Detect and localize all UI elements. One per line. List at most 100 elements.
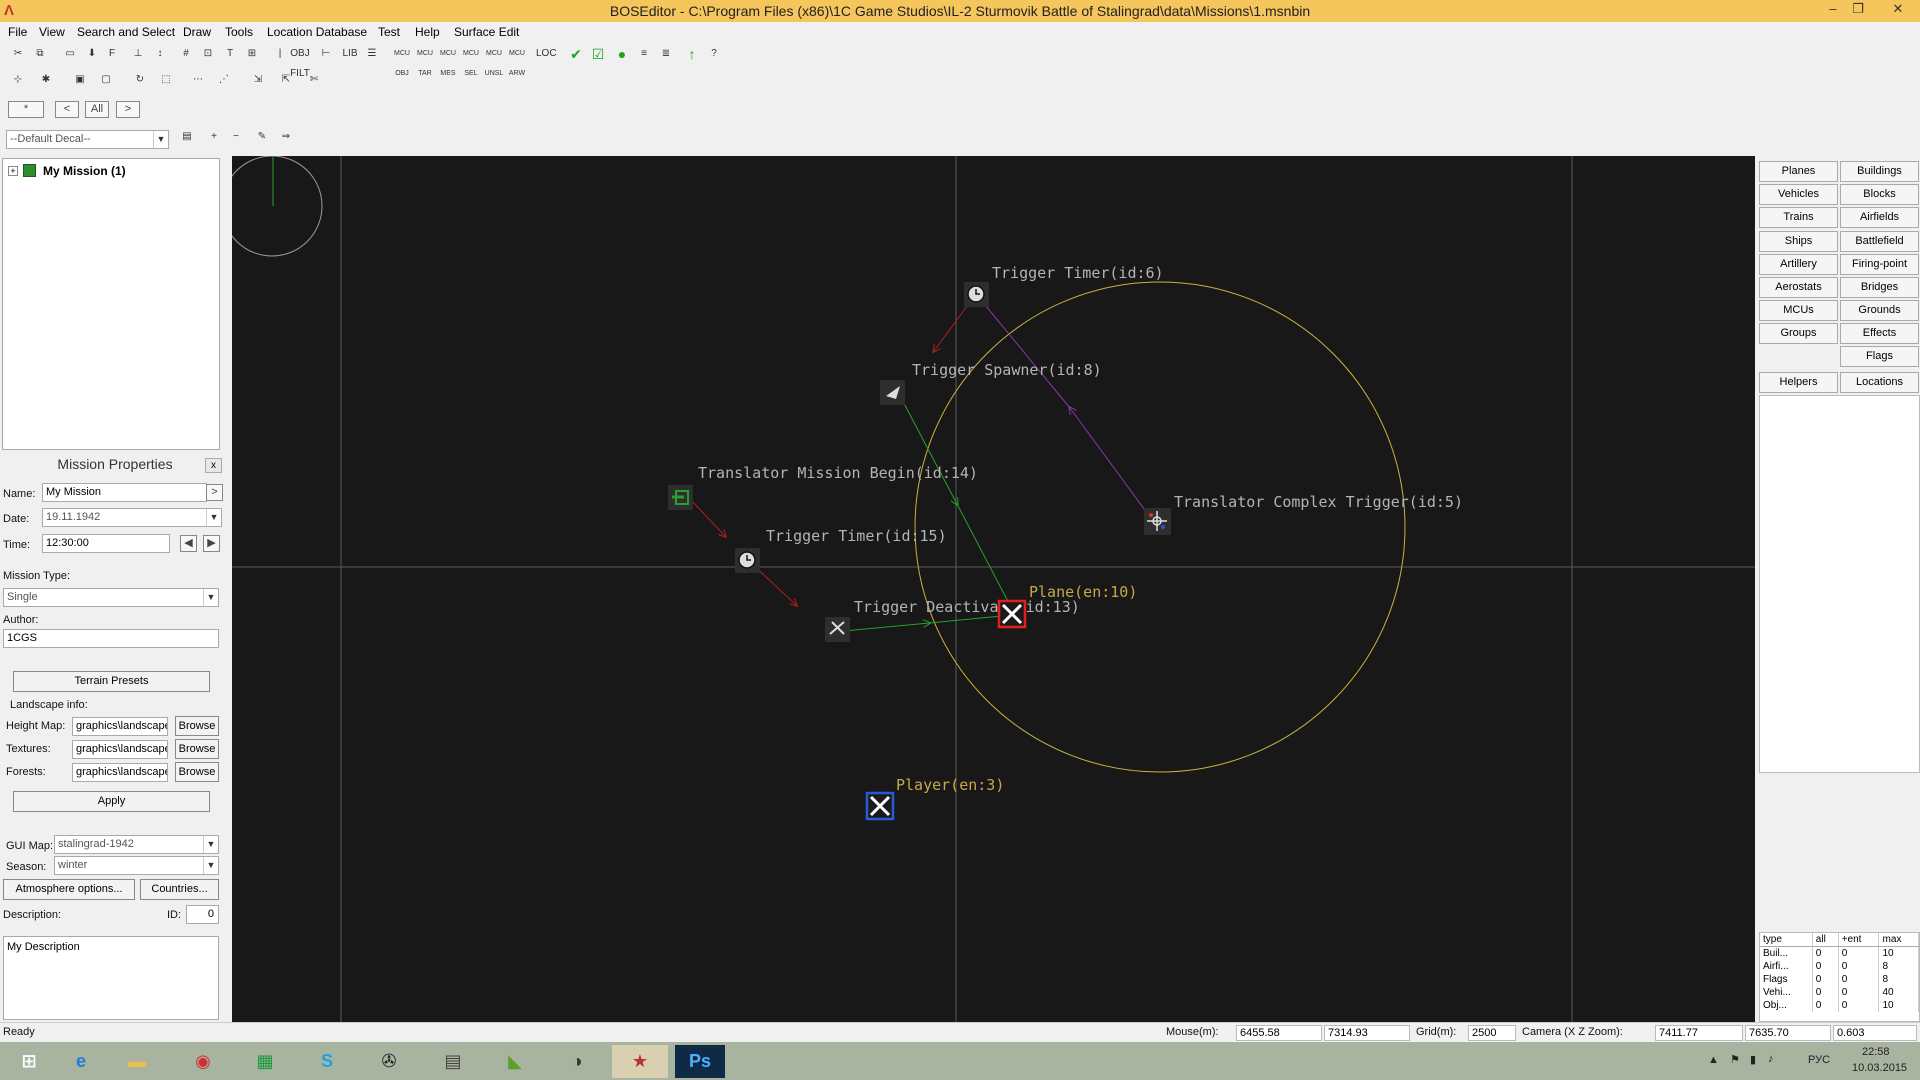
object-list[interactable] xyxy=(1759,395,1920,773)
forests-browse-button[interactable]: Browse xyxy=(175,762,219,782)
dcs-icon[interactable]: ▤ xyxy=(428,1045,478,1078)
category-button-airfields[interactable]: Airfields xyxy=(1840,207,1919,228)
menu-location-database[interactable]: Location Database xyxy=(267,25,367,39)
name-expand-button[interactable]: > xyxy=(206,484,223,501)
magic-icon[interactable]: ✱ xyxy=(36,70,56,90)
category-button-aerostats[interactable]: Aerostats xyxy=(1759,277,1838,298)
category-button-blocks[interactable]: Blocks xyxy=(1840,184,1919,205)
category-button-helpers[interactable]: Helpers xyxy=(1759,372,1838,393)
menu-draw[interactable]: Draw xyxy=(183,25,211,39)
text-tool-icon[interactable]: T xyxy=(220,44,240,64)
check-box-icon[interactable]: ☑ xyxy=(588,44,608,64)
list-icon[interactable]: ☰ xyxy=(362,44,382,64)
windows-start-icon[interactable]: ⊞ xyxy=(4,1045,54,1078)
loc-button[interactable]: LOC xyxy=(536,44,557,64)
close-icon[interactable]: x xyxy=(205,458,222,473)
trigger-deactivate-13-node[interactable]: Trigger Deactivate(id:13) xyxy=(825,598,1080,642)
category-button-trains[interactable]: Trains xyxy=(1759,207,1838,228)
path-edit-icon[interactable]: ⋰ xyxy=(214,70,234,90)
ruler-icon[interactable]: ▭ xyxy=(60,44,80,64)
tray-volume-icon[interactable]: ♪ xyxy=(1768,1053,1774,1065)
store-icon[interactable]: ▦ xyxy=(240,1045,290,1078)
decal-list-icon[interactable]: ▤ xyxy=(177,127,197,147)
category-button-grounds[interactable]: Grounds xyxy=(1840,300,1919,321)
internet-explorer-icon[interactable]: e xyxy=(56,1045,106,1078)
category-button-locations[interactable]: Locations xyxy=(1840,372,1919,393)
snap-grid-icon[interactable]: ⊹ xyxy=(8,70,28,90)
check-icon[interactable]: ✔ xyxy=(566,44,586,64)
mission-tree[interactable]: + My Mission (1) xyxy=(2,158,220,450)
decal-paint-icon[interactable]: ✎ xyxy=(252,127,272,147)
chrome-icon[interactable]: ◉ xyxy=(178,1045,228,1078)
restore-button[interactable]: ❐ xyxy=(1845,1,1871,19)
drop-object-icon[interactable]: ⬇ xyxy=(82,44,102,64)
translator-mission-begin-14-node[interactable]: Translator Mission Begin(id:14) xyxy=(668,464,978,510)
mcu-tar-button[interactable]: MCU TAR xyxy=(415,44,435,77)
menu-view[interactable]: View xyxy=(39,25,65,39)
hierarchy-icon[interactable]: ⊢ xyxy=(316,44,336,64)
trigger-timer-15-node[interactable]: Trigger Timer(id:15) xyxy=(735,527,947,573)
atmosphere-options-button[interactable]: Atmosphere options... xyxy=(3,879,135,900)
date-picker[interactable]: 19.11.1942 ▼ xyxy=(42,508,222,527)
tray-flag-icon[interactable]: ⚑ xyxy=(1730,1053,1740,1066)
help-icon[interactable]: ? xyxy=(704,44,724,64)
category-button-flags[interactable]: Flags xyxy=(1840,346,1919,367)
up-arrow-icon[interactable]: ↑ xyxy=(682,44,702,64)
apply-button[interactable]: Apply xyxy=(13,791,210,812)
textures-field[interactable]: graphics\landscape xyxy=(72,740,168,759)
menu-surface-edit[interactable]: Surface Edit xyxy=(454,25,519,39)
tray-network-icon[interactable]: ▮ xyxy=(1750,1053,1756,1066)
scissors-path-icon[interactable]: ✄ xyxy=(304,70,324,90)
picture-icon[interactable]: ▣ xyxy=(70,70,90,90)
category-button-firing-point[interactable]: Firing-point xyxy=(1840,254,1919,275)
description-textarea[interactable]: My Description xyxy=(3,936,219,1020)
grid-icon[interactable]: # xyxy=(176,44,196,64)
category-button-groups[interactable]: Groups xyxy=(1759,323,1838,344)
file-explorer-icon[interactable]: ▬ xyxy=(112,1045,162,1078)
author-field[interactable]: 1CGS xyxy=(3,629,219,648)
id-field[interactable]: 0 xyxy=(186,905,219,924)
mcu-unsl-button[interactable]: MCU UNSL xyxy=(484,44,504,77)
skype-icon[interactable]: S xyxy=(302,1045,352,1078)
tree-root-label[interactable]: My Mission (1) xyxy=(43,164,126,178)
map-svg[interactable]: Trigger Timer(id:6) Trigger Spawner(id:8… xyxy=(221,155,1755,1022)
trigger-timer-6-node[interactable]: Trigger Timer(id:6) xyxy=(964,264,1164,307)
map-canvas[interactable]: Trigger Timer(id:6) Trigger Spawner(id:8… xyxy=(221,155,1755,1022)
flag-f-icon[interactable]: F xyxy=(102,44,122,64)
nav-star-button[interactable]: * xyxy=(8,101,44,118)
category-button-mcus[interactable]: MCUs xyxy=(1759,300,1838,321)
tray-arrow-icon[interactable]: ▲ xyxy=(1708,1054,1719,1066)
mcu-arw-button[interactable]: MCU ARW xyxy=(507,44,527,77)
tree-expander[interactable]: + xyxy=(8,166,18,176)
sort-az-icon[interactable]: ↕ xyxy=(150,44,170,64)
menu-tools[interactable]: Tools xyxy=(225,25,253,39)
path-icon[interactable]: ⋯ xyxy=(188,70,208,90)
tray-time[interactable]: 22:58 xyxy=(1862,1046,1890,1058)
height-map-field[interactable]: graphics\landscape xyxy=(72,717,168,736)
cut-icon[interactable]: ✂ xyxy=(8,44,28,64)
translator-complex-trigger-5-node[interactable]: Translator Complex Trigger(id:5) xyxy=(1144,493,1463,535)
copy-icon[interactable]: ⧉ xyxy=(30,44,50,64)
category-button-vehicles[interactable]: Vehicles xyxy=(1759,184,1838,205)
time-field[interactable]: 12:30:00 xyxy=(42,534,170,553)
steam-like-icon[interactable]: ✇ xyxy=(364,1045,414,1078)
menu-search-select[interactable]: Search and Select xyxy=(77,25,175,39)
decal-select[interactable]: --Default Decal-- ▼ xyxy=(6,130,169,149)
nav-next-button[interactable]: > xyxy=(116,101,140,118)
category-button-battlefield[interactable]: Battlefield xyxy=(1840,231,1919,252)
close-button[interactable]: ✕ xyxy=(1885,1,1911,19)
trigger-spawner-8-node[interactable]: Trigger Spawner(id:8) xyxy=(880,361,1102,405)
library-button[interactable]: LIB xyxy=(340,44,360,64)
nav-prev-button[interactable]: < xyxy=(55,101,79,118)
divider-tool-icon[interactable]: | xyxy=(270,44,290,64)
layers-icon[interactable]: ≡ xyxy=(634,44,654,64)
countries-button[interactable]: Countries... xyxy=(140,879,219,900)
category-button-artillery[interactable]: Artillery xyxy=(1759,254,1838,275)
menu-file[interactable]: File xyxy=(8,25,27,39)
decal-add-icon[interactable]: + xyxy=(204,127,224,147)
season-select[interactable]: winter ▼ xyxy=(54,856,219,875)
terrain-presets-button[interactable]: Terrain Presets xyxy=(13,671,210,692)
export-icon[interactable]: ⇱ xyxy=(276,70,296,90)
teamspeak-icon[interactable]: ◑ xyxy=(552,1045,602,1078)
forests-field[interactable]: graphics\landscape xyxy=(72,763,168,782)
